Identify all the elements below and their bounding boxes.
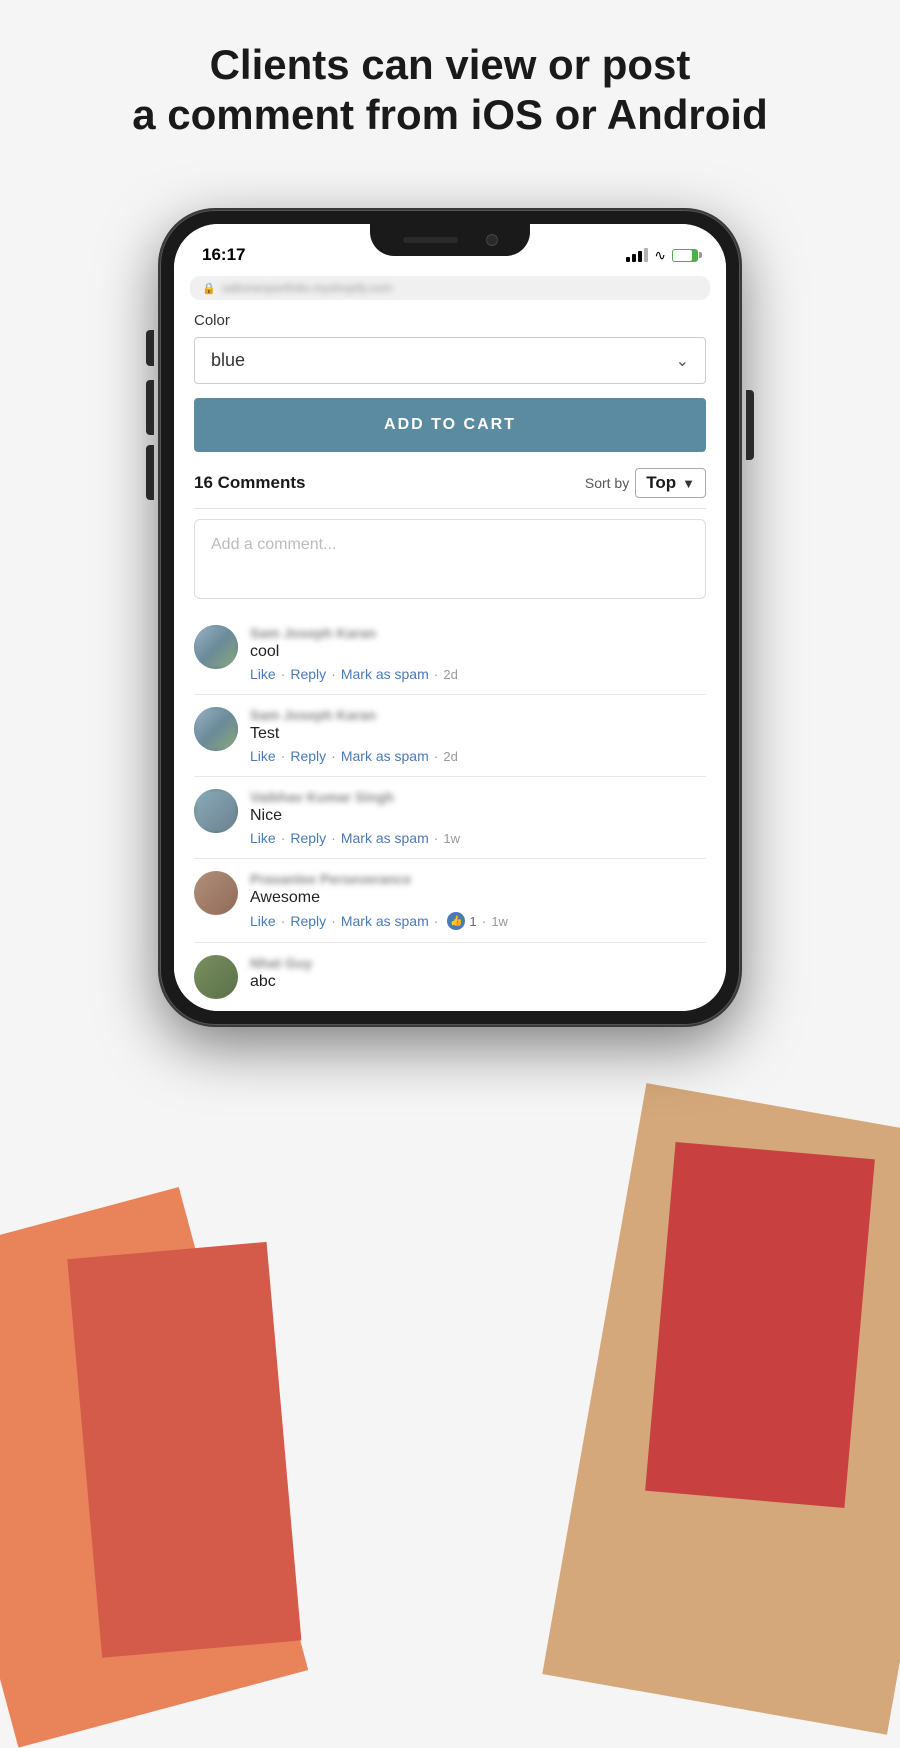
status-bar: 16:17 ∿ xyxy=(174,224,726,276)
comment-author: Sam Joseph Karan xyxy=(250,625,706,641)
bg-shape-red xyxy=(645,1142,875,1508)
comment-time: 2d xyxy=(443,667,457,682)
comment-time: 1w xyxy=(491,914,508,929)
status-time: 16:17 xyxy=(202,245,245,265)
comment-text: Nice xyxy=(250,807,706,825)
avatar xyxy=(194,955,238,999)
add-to-cart-button[interactable]: ADD TO CART xyxy=(194,398,706,452)
notch-speaker xyxy=(403,237,458,243)
notch xyxy=(370,224,530,256)
volume-up-button xyxy=(146,380,154,435)
like-button[interactable]: Like xyxy=(250,666,276,682)
header-section: Clients can view or post a comment from … xyxy=(0,40,900,141)
comment-text: Awesome xyxy=(250,889,706,907)
screen-content: Color blue ⌄ ADD TO CART 16 Comments Sor… xyxy=(174,308,726,1011)
sort-by-label: Sort by xyxy=(585,475,629,491)
reply-button[interactable]: Reply xyxy=(290,830,326,846)
comment-actions: Like · Reply · Mark as spam · 👍 1 · 1w xyxy=(250,912,706,930)
signal-bar-2 xyxy=(632,254,636,262)
like-button[interactable]: Like xyxy=(250,913,276,929)
avatar xyxy=(194,871,238,915)
reply-button[interactable]: Reply xyxy=(290,913,326,929)
signal-bar-1 xyxy=(626,257,630,262)
wifi-icon: ∿ xyxy=(654,247,666,264)
url-text: saltonenportfolio.myshopify.com xyxy=(222,281,393,295)
comment-placeholder: Add a comment... xyxy=(211,536,336,553)
comment-actions: Like · Reply · Mark as spam · 1w xyxy=(250,830,706,846)
color-select-value: blue xyxy=(211,350,245,371)
like-badge: 👍 xyxy=(447,912,465,930)
comment-author: Sam Joseph Karan xyxy=(250,707,706,723)
status-icons: ∿ xyxy=(626,247,698,264)
comment-body: Prasanlee Perseverance Awesome Like · Re… xyxy=(250,871,706,930)
avatar xyxy=(194,625,238,669)
spam-button[interactable]: Mark as spam xyxy=(341,666,429,682)
signal-bar-3 xyxy=(638,251,642,262)
comment-item: Nhat Guy abc xyxy=(194,943,706,1011)
comment-text: Test xyxy=(250,725,706,743)
header-title: Clients can view or post a comment from … xyxy=(0,40,900,141)
comments-count: 16 Comments xyxy=(194,473,305,493)
reply-button[interactable]: Reply xyxy=(290,748,326,764)
like-button[interactable]: Like xyxy=(250,830,276,846)
spam-button[interactable]: Mark as spam xyxy=(341,748,429,764)
sort-dropdown[interactable]: Top ▼ xyxy=(635,468,706,498)
volume-down-button xyxy=(146,445,154,500)
comment-item: Prasanlee Perseverance Awesome Like · Re… xyxy=(194,859,706,942)
comment-item: Sam Joseph Karan cool Like · Reply · Mar… xyxy=(194,613,706,694)
comments-header: 16 Comments Sort by Top ▼ xyxy=(194,468,706,498)
battery-icon xyxy=(672,249,698,262)
comment-author: Prasanlee Perseverance xyxy=(250,871,706,887)
avatar xyxy=(194,707,238,751)
spam-button[interactable]: Mark as spam xyxy=(341,830,429,846)
url-bar: 🔒 saltonenportfolio.myshopify.com xyxy=(190,276,710,300)
reply-button[interactable]: Reply xyxy=(290,666,326,682)
spam-button[interactable]: Mark as spam xyxy=(341,913,429,929)
avatar xyxy=(194,789,238,833)
comment-actions: Like · Reply · Mark as spam · 2d xyxy=(250,666,706,682)
phone-frame: 16:17 ∿ xyxy=(160,210,740,1025)
phone-mockup: 16:17 ∿ xyxy=(160,210,740,1025)
comment-item: Vaibhav Kumar Singh Nice Like · Reply · … xyxy=(194,777,706,858)
phone-screen: 16:17 ∿ xyxy=(174,224,726,1011)
color-select-dropdown[interactable]: blue ⌄ xyxy=(194,337,706,384)
chevron-down-icon: ⌄ xyxy=(676,351,689,371)
power-button xyxy=(746,390,754,460)
sort-dropdown-value: Top xyxy=(646,473,676,493)
comment-text: abc xyxy=(250,973,706,991)
comment-author: Nhat Guy xyxy=(250,955,706,971)
color-label: Color xyxy=(194,308,706,329)
notch-camera xyxy=(486,234,498,246)
comment-author: Vaibhav Kumar Singh xyxy=(250,789,706,805)
comment-body: Nhat Guy abc xyxy=(250,955,706,999)
bg-shape-salmon xyxy=(67,1242,301,1658)
comment-time: 1w xyxy=(443,831,460,846)
comment-body: Sam Joseph Karan cool Like · Reply · Mar… xyxy=(250,625,706,682)
comment-text: cool xyxy=(250,643,706,661)
comment-item: Sam Joseph Karan Test Like · Reply · Mar… xyxy=(194,695,706,776)
comment-body: Vaibhav Kumar Singh Nice Like · Reply · … xyxy=(250,789,706,846)
signal-bars xyxy=(626,248,648,262)
comment-body: Sam Joseph Karan Test Like · Reply · Mar… xyxy=(250,707,706,764)
lock-icon: 🔒 xyxy=(202,282,216,295)
comment-time: 2d xyxy=(443,749,457,764)
like-button[interactable]: Like xyxy=(250,748,276,764)
signal-bar-4 xyxy=(644,248,648,262)
like-count: 1 xyxy=(469,914,476,929)
comment-input[interactable]: Add a comment... xyxy=(194,519,706,599)
comments-header-divider xyxy=(194,508,706,509)
comment-actions: Like · Reply · Mark as spam · 2d xyxy=(250,748,706,764)
battery-fill xyxy=(673,250,692,261)
sort-arrow-icon: ▼ xyxy=(682,476,695,491)
